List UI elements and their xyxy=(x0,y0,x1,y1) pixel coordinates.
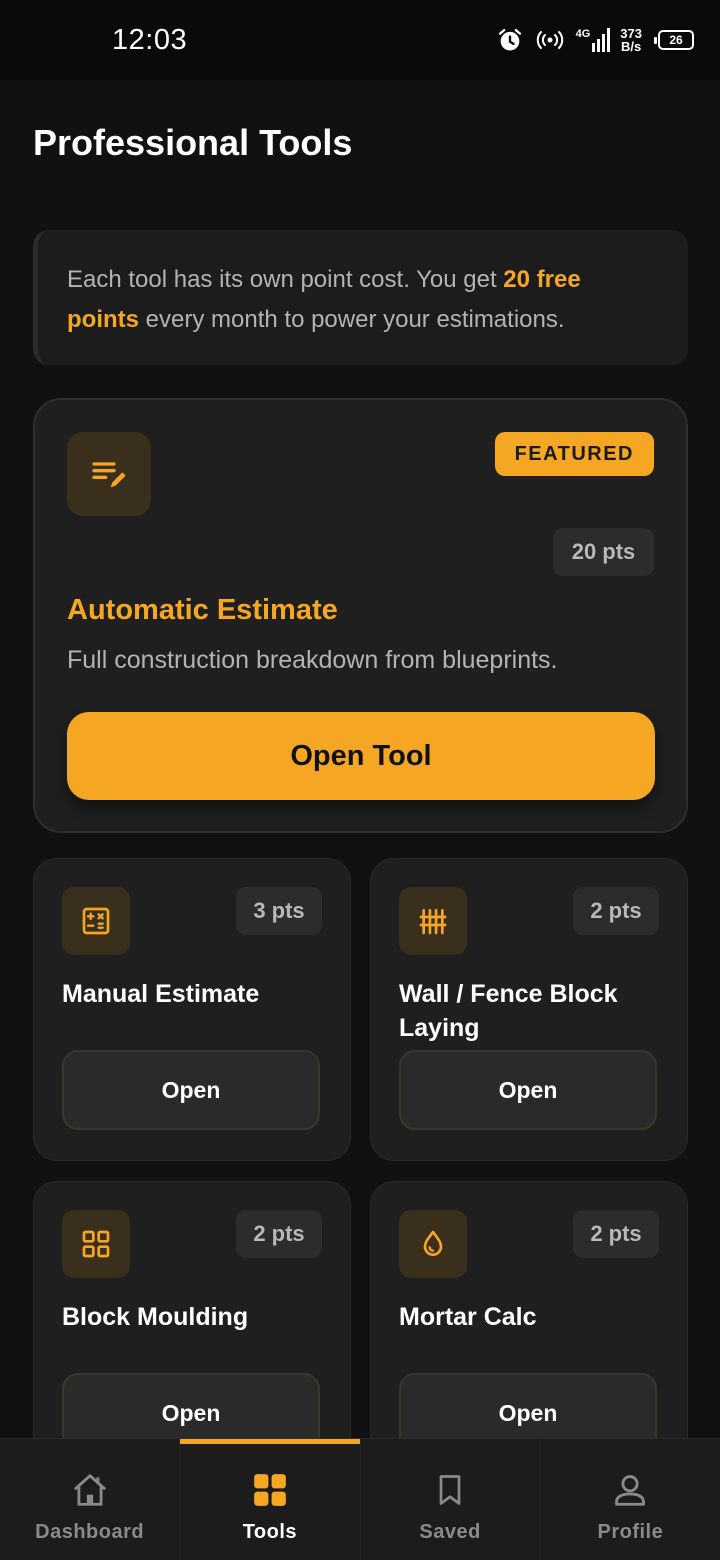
open-manual-estimate-button[interactable]: Open xyxy=(62,1050,320,1130)
alarm-icon xyxy=(498,28,521,51)
tools-screen: 12:03 4G 373 B/s 26 Professional Tools E… xyxy=(0,0,720,1560)
signal-group: 4G xyxy=(576,28,611,52)
points-info-card: Each tool has its own point cost. You ge… xyxy=(33,230,688,365)
edit-note-icon xyxy=(67,432,151,516)
tool-title: Mortar Calc xyxy=(399,1303,537,1331)
nav-label: Dashboard xyxy=(35,1521,145,1543)
fence-icon xyxy=(399,887,467,955)
nav-label: Profile xyxy=(597,1521,664,1543)
featured-title: Automatic Estimate xyxy=(67,594,338,626)
home-icon xyxy=(73,1474,106,1506)
battery-icon: 26 xyxy=(654,30,694,50)
hotspot-icon xyxy=(536,31,563,49)
tool-card-wall-fence: 2 pts Wall / Fence Block Laying Open xyxy=(370,858,688,1161)
tool-title: Wall / Fence Block Laying xyxy=(399,980,618,1042)
water-drop-icon xyxy=(399,1210,467,1278)
featured-badge: FEATURED xyxy=(494,432,654,476)
tool-points-badge: 3 pts xyxy=(236,887,322,935)
nav-label: Saved xyxy=(419,1521,481,1543)
tool-title: Block Moulding xyxy=(62,1303,249,1331)
grid-icon xyxy=(62,1210,130,1278)
open-wall-fence-button[interactable]: Open xyxy=(399,1050,657,1130)
battery-level: 26 xyxy=(669,33,683,47)
grid-icon xyxy=(254,1474,286,1506)
featured-tool-card: FEATURED 20 pts Automatic Estimate Full … xyxy=(33,398,688,833)
signal-icon xyxy=(592,28,611,52)
status-icons: 4G 373 B/s 26 xyxy=(496,22,694,58)
featured-description: Full construction breakdown from bluepri… xyxy=(67,646,558,674)
info-text-before: Each tool has its own point cost. You ge… xyxy=(67,266,504,293)
nav-item-profile[interactable]: Profile xyxy=(541,1439,720,1560)
status-bar: 12:03 4G 373 B/s 26 xyxy=(0,0,720,80)
status-time: 12:03 xyxy=(112,24,188,56)
tool-points-badge: 2 pts xyxy=(573,1210,659,1258)
calculator-icon xyxy=(62,887,130,955)
tool-points-badge: 2 pts xyxy=(236,1210,322,1258)
nav-item-dashboard[interactable]: Dashboard xyxy=(0,1439,181,1560)
bookmark-icon xyxy=(439,1475,461,1505)
nav-label: Tools xyxy=(242,1521,298,1543)
bottom-navigation: Dashboard Tools Saved Profile xyxy=(0,1438,720,1560)
tool-card-manual-estimate: 3 pts Manual Estimate Open xyxy=(33,858,351,1161)
tool-points-badge: 2 pts xyxy=(573,887,659,935)
nav-item-tools[interactable]: Tools xyxy=(180,1439,361,1560)
person-icon xyxy=(615,1475,646,1506)
network-speed: 373 B/s xyxy=(620,27,642,53)
open-tool-button[interactable]: Open Tool xyxy=(67,712,655,800)
tool-title: Manual Estimate xyxy=(62,980,260,1008)
nav-item-saved[interactable]: Saved xyxy=(361,1439,541,1560)
network-type: 4G xyxy=(575,28,591,40)
info-text-after: every month to power your estimations. xyxy=(139,306,565,333)
page-title: Professional Tools xyxy=(33,122,353,163)
speed-unit: B/s xyxy=(621,39,642,54)
featured-points-badge: 20 pts xyxy=(553,528,654,576)
